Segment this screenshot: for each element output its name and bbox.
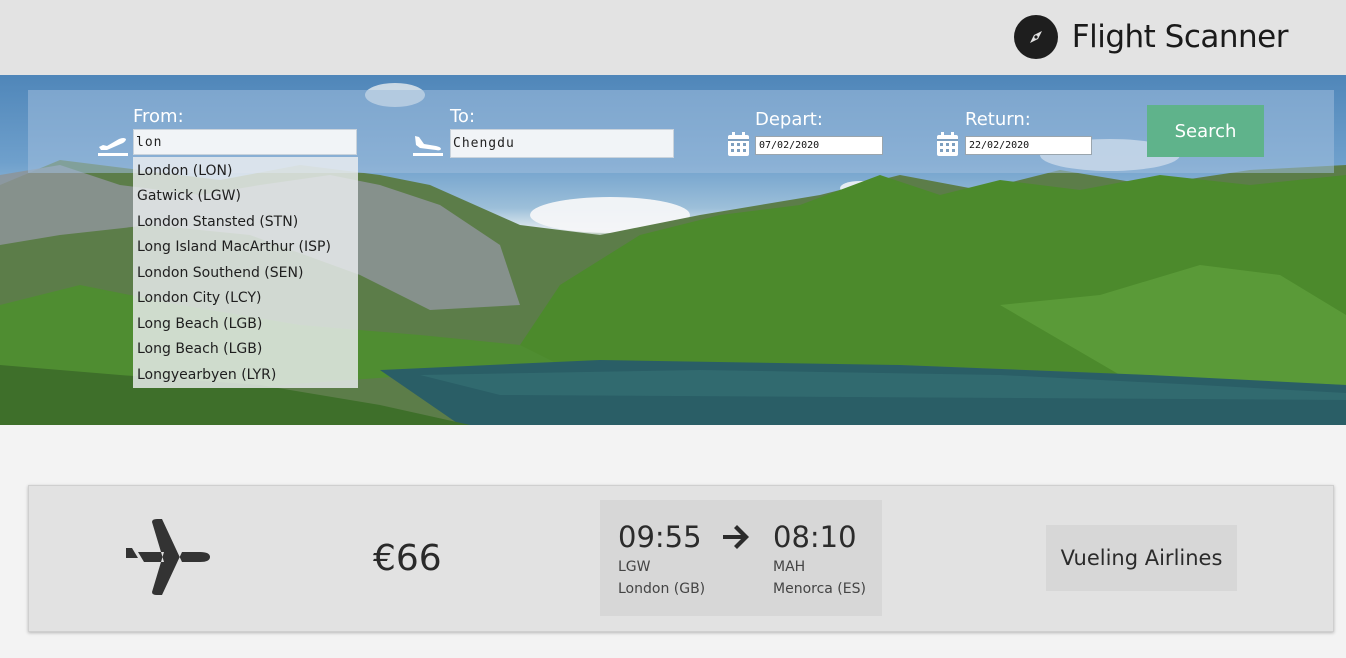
depart-airport-code: LGW	[618, 559, 651, 575]
autocomplete-item[interactable]: Long Beach (LGB)	[137, 316, 262, 332]
to-input[interactable]	[450, 129, 674, 158]
app-title: Flight Scanner	[1071, 19, 1289, 55]
depart-date-input[interactable]	[755, 136, 883, 155]
autocomplete-item[interactable]: London (LON)	[137, 163, 232, 179]
depart-time: 09:55	[618, 520, 702, 554]
autocomplete-item[interactable]: London Southend (SEN)	[137, 265, 303, 281]
arrow-right-icon	[721, 524, 751, 555]
price: €66	[373, 538, 442, 579]
arrive-time: 08:10	[773, 520, 857, 554]
autocomplete-item[interactable]: Long Island MacArthur (ISP)	[137, 239, 331, 255]
autocomplete-dropdown: London (LON) Gatwick (LGW) London Stanst…	[133, 157, 358, 388]
depart-label: Depart:	[755, 109, 823, 130]
arrive-city: Menorca (ES)	[773, 581, 866, 597]
autocomplete-item[interactable]: Long Beach (LGB)	[137, 341, 262, 357]
depart-city: London (GB)	[618, 581, 706, 597]
airline-name: Vueling Airlines	[1060, 546, 1223, 570]
flight-times: 09:55 08:10 LGW London (GB) MAH Menorca …	[600, 500, 882, 616]
autocomplete-item[interactable]: London City (LCY)	[137, 290, 261, 306]
airline-badge: Vueling Airlines	[1046, 525, 1237, 591]
calendar-icon	[937, 132, 958, 161]
compass-icon	[1013, 15, 1058, 59]
return-date-input[interactable]	[965, 136, 1092, 155]
to-label: To:	[450, 106, 476, 127]
brand[interactable]: Flight Scanner	[1013, 15, 1289, 59]
search-button[interactable]: Search	[1147, 105, 1264, 157]
calendar-icon	[728, 132, 749, 161]
autocomplete-item[interactable]: London Stansted (STN)	[137, 214, 298, 230]
arrive-airport-code: MAH	[773, 559, 806, 575]
return-label: Return:	[965, 109, 1031, 130]
autocomplete-item[interactable]: Gatwick (LGW)	[137, 188, 241, 204]
top-bar: Flight Scanner	[0, 0, 1346, 75]
from-label: From:	[133, 106, 184, 127]
autocomplete-item[interactable]: Longyearbyen (LYR)	[137, 367, 276, 383]
takeoff-icon	[97, 133, 129, 162]
airplane-icon	[124, 518, 212, 601]
from-input[interactable]	[133, 129, 357, 155]
landing-icon	[412, 133, 444, 162]
